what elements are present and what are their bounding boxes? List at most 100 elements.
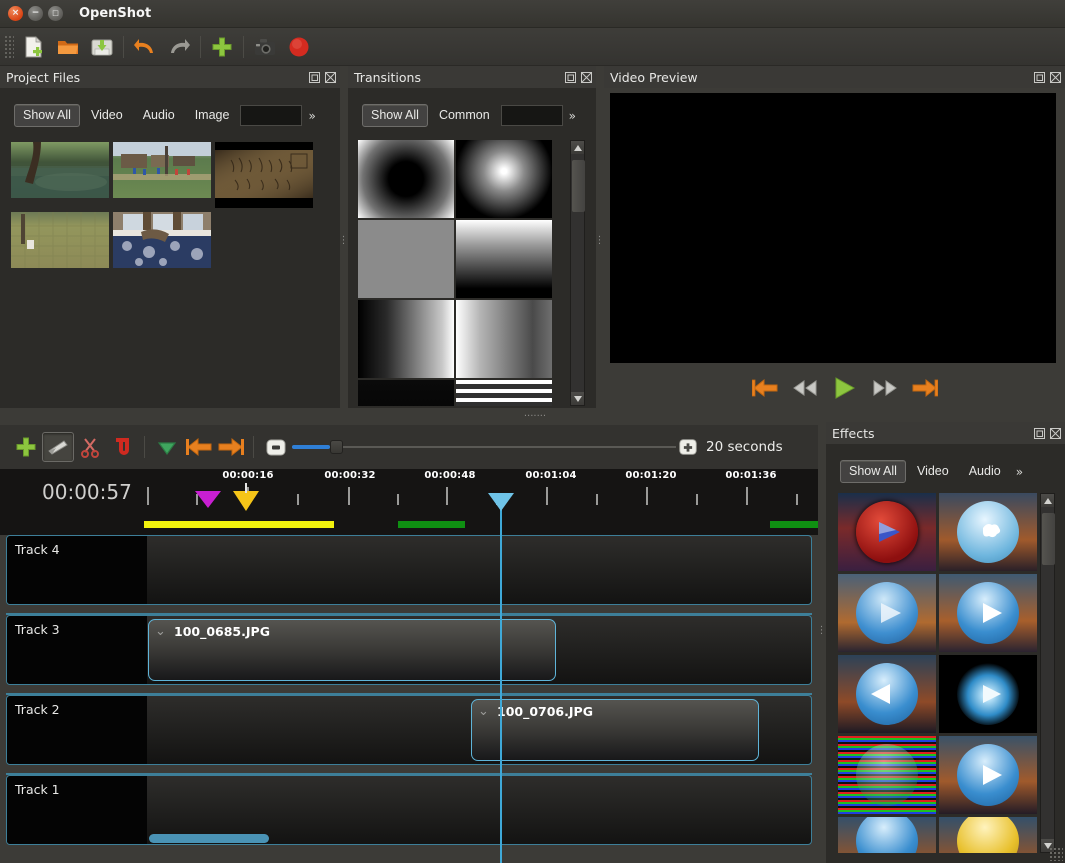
save-project-button[interactable]: [85, 31, 119, 63]
timeline-zoom-slider[interactable]: [292, 437, 676, 457]
jump-to-end-button[interactable]: [912, 377, 938, 403]
effect-item[interactable]: [939, 817, 1037, 853]
file-thumbnail[interactable]: [113, 142, 211, 198]
previous-marker-button[interactable]: [183, 432, 215, 462]
timeline-track[interactable]: Track 2 ⌄ 100_0706.JPG: [6, 695, 812, 765]
timeline-ruler[interactable]: 00:00:57 00:00:16 00:00:32 00:00:48 00:0…: [0, 469, 818, 535]
effects-audio-button[interactable]: Audio: [960, 460, 1010, 483]
timeline-track[interactable]: Track 4: [6, 535, 812, 605]
toolbar-grip[interactable]: [4, 35, 14, 59]
effect-item[interactable]: [838, 574, 936, 652]
transition-item[interactable]: [358, 140, 454, 218]
effect-item[interactable]: [939, 736, 1037, 814]
snap-button[interactable]: [106, 432, 138, 462]
file-thumbnail[interactable]: [215, 142, 313, 208]
effect-item[interactable]: [939, 574, 1037, 652]
effect-item[interactable]: [939, 655, 1037, 733]
transition-item[interactable]: [358, 300, 454, 378]
project-files-show-all-button[interactable]: Show All: [14, 104, 80, 127]
jump-to-start-button[interactable]: [752, 377, 778, 403]
zoom-slider-handle[interactable]: [330, 440, 343, 454]
window-resize-grip[interactable]: [1049, 847, 1063, 861]
file-thumbnail[interactable]: [11, 142, 109, 198]
marker-magenta[interactable]: [195, 491, 221, 508]
maximize-window-button[interactable]: □: [48, 6, 63, 21]
effect-item[interactable]: [838, 493, 936, 571]
transitions-scroll-thumb[interactable]: [572, 160, 585, 212]
marker-yellow[interactable]: [233, 491, 259, 511]
timeline-effects-splitter[interactable]: ⋮: [818, 620, 826, 640]
zoom-level-icon-button[interactable]: [672, 432, 704, 462]
video-preview-close-button[interactable]: [1049, 71, 1062, 84]
close-window-button[interactable]: ×: [8, 6, 23, 21]
effect-item[interactable]: [838, 817, 936, 853]
timeline-clip[interactable]: ⌄ 100_0706.JPG: [471, 699, 759, 761]
arrow-tool-button[interactable]: [42, 432, 74, 462]
file-thumbnail[interactable]: [113, 212, 211, 268]
minimize-window-button[interactable]: −: [28, 6, 43, 21]
open-project-button[interactable]: [51, 31, 85, 63]
effects-scroll-thumb[interactable]: [1042, 513, 1055, 565]
scroll-up-icon[interactable]: [571, 141, 584, 154]
timeline-track[interactable]: Track 3 ⌄ 100_0685.JPG: [6, 615, 812, 685]
timeline-clip[interactable]: ⌄ 100_0685.JPG: [148, 619, 556, 681]
playhead-handle[interactable]: [488, 493, 514, 511]
project-files-audio-button[interactable]: Audio: [134, 104, 184, 127]
transitions-preview-splitter[interactable]: ⋮: [596, 230, 604, 250]
project-files-close-button[interactable]: [324, 71, 337, 84]
transition-item[interactable]: [358, 220, 454, 298]
play-button[interactable]: [832, 376, 858, 404]
transitions-search-input[interactable]: [501, 105, 563, 126]
transition-item[interactable]: [358, 380, 454, 406]
transitions-float-button[interactable]: [564, 71, 577, 84]
scroll-down-icon[interactable]: [571, 392, 584, 405]
clip-overview-bar[interactable]: [144, 521, 334, 528]
file-thumbnail[interactable]: [11, 212, 109, 268]
clip-overview-bar[interactable]: [770, 521, 818, 528]
scroll-up-icon[interactable]: [1041, 494, 1054, 507]
video-preview-float-button[interactable]: [1033, 71, 1046, 84]
transitions-show-all-button[interactable]: Show All: [362, 104, 428, 127]
video-preview-surface[interactable]: [610, 93, 1056, 363]
project-files-search-input[interactable]: [240, 105, 302, 126]
transitions-more-icon[interactable]: »: [565, 109, 580, 123]
chevron-down-icon[interactable]: ⌄: [155, 625, 166, 638]
add-track-button[interactable]: [10, 432, 42, 462]
timeline-track[interactable]: Track 1: [6, 775, 812, 845]
project-files-image-button[interactable]: Image: [186, 104, 239, 127]
fast-forward-button[interactable]: [872, 377, 898, 403]
effect-item[interactable]: [838, 655, 936, 733]
rewind-button[interactable]: [792, 377, 818, 403]
project-files-more-icon[interactable]: »: [304, 109, 319, 123]
transitions-close-button[interactable]: [580, 71, 593, 84]
timeline-clip[interactable]: [149, 834, 269, 843]
project-files-float-button[interactable]: [308, 71, 321, 84]
transition-item[interactable]: [456, 220, 552, 298]
razor-tool-button[interactable]: [74, 432, 106, 462]
transition-item[interactable]: [456, 380, 552, 406]
transitions-common-button[interactable]: Common: [430, 104, 499, 127]
redo-button[interactable]: [162, 31, 196, 63]
export-video-button[interactable]: [282, 31, 316, 63]
effects-scrollbar[interactable]: [1040, 493, 1055, 853]
new-project-button[interactable]: [17, 31, 51, 63]
undo-button[interactable]: [128, 31, 162, 63]
effect-item[interactable]: [838, 736, 936, 814]
effect-item[interactable]: [939, 493, 1037, 571]
effects-float-button[interactable]: [1033, 427, 1046, 440]
project-files-video-button[interactable]: Video: [82, 104, 132, 127]
effects-show-all-button[interactable]: Show All: [840, 460, 906, 483]
transition-item[interactable]: [456, 300, 552, 378]
transition-item[interactable]: [456, 140, 552, 218]
effects-video-button[interactable]: Video: [908, 460, 958, 483]
chevron-down-icon[interactable]: ⌄: [478, 705, 489, 718]
transitions-scrollbar[interactable]: [570, 140, 585, 406]
upper-lower-splitter[interactable]: ·······: [500, 410, 570, 422]
effects-close-button[interactable]: [1049, 427, 1062, 440]
effects-more-icon[interactable]: »: [1012, 465, 1027, 479]
screenshot-button[interactable]: [248, 31, 282, 63]
clip-overview-bar[interactable]: [398, 521, 465, 528]
next-marker-button[interactable]: [215, 432, 247, 462]
add-marker-button[interactable]: [151, 432, 183, 462]
project-transitions-splitter[interactable]: ⋮: [340, 230, 348, 250]
